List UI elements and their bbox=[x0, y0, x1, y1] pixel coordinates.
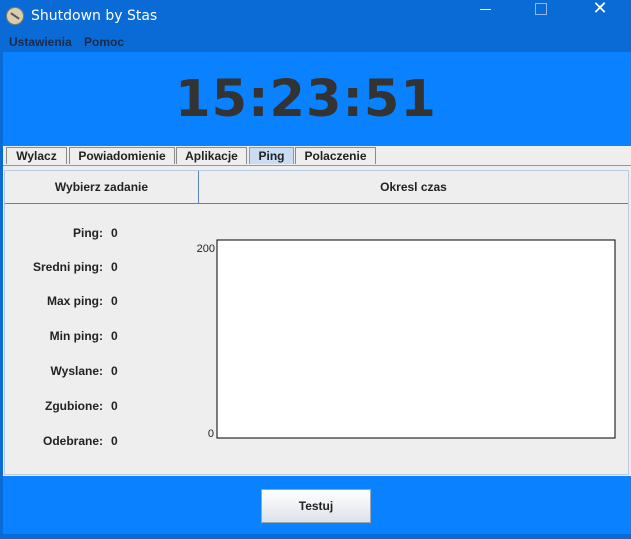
window-title: Shutdown by Stas bbox=[31, 8, 158, 24]
maximize-icon bbox=[535, 3, 547, 15]
stat-value: 0 bbox=[111, 260, 118, 274]
header-okresl-czas: Okresl czas bbox=[199, 171, 628, 204]
stat-zgubione: Zgubione: 0 bbox=[5, 399, 199, 415]
stat-ping: Ping: 0 bbox=[5, 226, 199, 242]
ping-chart: 200 0 bbox=[197, 239, 616, 440]
stat-label: Max ping: bbox=[47, 294, 103, 308]
stat-label: Min ping: bbox=[49, 329, 103, 343]
stat-label: Wyslane: bbox=[50, 364, 103, 378]
tab-powiadomienie[interactable]: Powiadomienie bbox=[69, 147, 175, 164]
stat-wyslane: Wyslane: 0 bbox=[5, 364, 199, 380]
close-icon: ✕ bbox=[592, 0, 608, 19]
stat-label: Odebrane: bbox=[42, 434, 103, 448]
header-wybierz-zadanie: Wybierz zadanie bbox=[5, 171, 199, 204]
y-tick-max: 200 bbox=[197, 243, 215, 255]
stat-value: 0 bbox=[111, 399, 118, 413]
minimize-icon bbox=[479, 8, 491, 10]
tab-wylacz[interactable]: Wylacz bbox=[6, 147, 67, 164]
menu-ustawienia[interactable]: Ustawienia bbox=[9, 35, 72, 49]
stat-value: 0 bbox=[111, 226, 118, 240]
tab-polaczenie[interactable]: Polaczenie bbox=[295, 147, 376, 164]
tab-ping[interactable]: Ping bbox=[249, 147, 294, 164]
y-tick-min: 0 bbox=[208, 428, 214, 440]
clock-panel: 15:23:51 bbox=[3, 52, 631, 146]
menu-bar: Ustawienia Pomoc bbox=[3, 32, 631, 52]
stat-label: Ping: bbox=[73, 226, 103, 240]
stat-label: Zgubione: bbox=[45, 399, 103, 413]
stat-odebrane: Odebrane: 0 bbox=[5, 434, 199, 450]
stat-max-ping: Max ping: 0 bbox=[5, 294, 199, 310]
tab-bar: Wylacz Powiadomienie Aplikacje Ping Pola… bbox=[3, 146, 631, 165]
menu-pomoc[interactable]: Pomoc bbox=[84, 35, 124, 49]
chart-plot-area bbox=[216, 239, 616, 439]
close-button[interactable]: ✕ bbox=[577, 0, 623, 32]
title-bar[interactable]: Shutdown by Stas ✕ bbox=[0, 0, 631, 32]
action-panel: Testuj bbox=[3, 476, 631, 534]
stat-value: 0 bbox=[111, 364, 118, 378]
stat-min-ping: Min ping: 0 bbox=[5, 329, 199, 345]
stat-value: 0 bbox=[111, 329, 118, 343]
stat-sredni-ping: Sredni ping: 0 bbox=[5, 260, 199, 276]
app-icon[interactable] bbox=[6, 7, 24, 25]
stat-label: Sredni ping: bbox=[33, 260, 103, 274]
testuj-button[interactable]: Testuj bbox=[261, 489, 371, 523]
tab-aplikacje[interactable]: Aplikacje bbox=[176, 147, 247, 164]
maximize-button[interactable] bbox=[518, 0, 564, 32]
ping-panel: Wybierz zadanie Okresl czas Ping: 0 Sred… bbox=[4, 170, 629, 475]
tab-content: Wybierz zadanie Okresl czas Ping: 0 Sred… bbox=[3, 165, 631, 476]
clock-display: 15:23:51 bbox=[175, 70, 437, 129]
minimize-button[interactable] bbox=[462, 0, 508, 32]
stat-value: 0 bbox=[111, 434, 118, 448]
stat-value: 0 bbox=[111, 294, 118, 308]
